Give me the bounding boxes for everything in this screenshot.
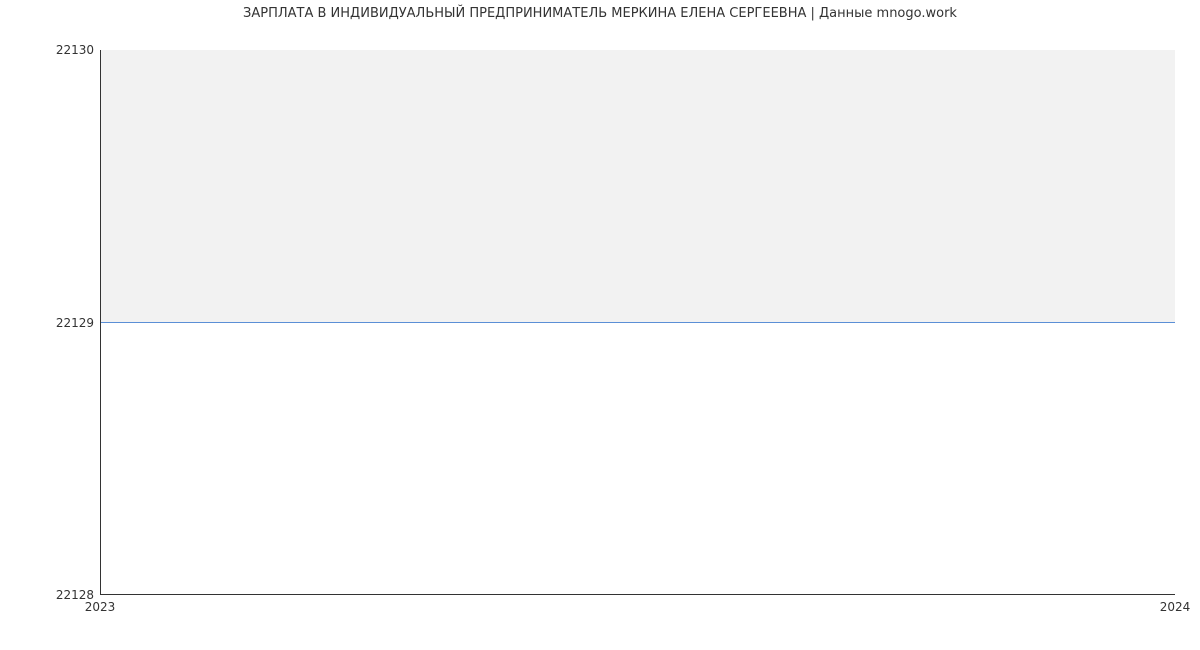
data-line: [100, 322, 1175, 323]
y-axis-spine: [100, 50, 101, 595]
x-tick-label: 2024: [1160, 600, 1191, 614]
x-tick-label: 2023: [85, 600, 116, 614]
x-axis-spine: [100, 594, 1175, 595]
y-tick-label: 22130: [56, 43, 94, 57]
area-fill: [100, 50, 1175, 323]
plot-area: [100, 50, 1175, 595]
y-tick-label: 22129: [56, 316, 94, 330]
chart-figure: ЗАРПЛАТА В ИНДИВИДУАЛЬНЫЙ ПРЕДПРИНИМАТЕЛ…: [0, 0, 1200, 650]
chart-title: ЗАРПЛАТА В ИНДИВИДУАЛЬНЫЙ ПРЕДПРИНИМАТЕЛ…: [0, 6, 1200, 21]
